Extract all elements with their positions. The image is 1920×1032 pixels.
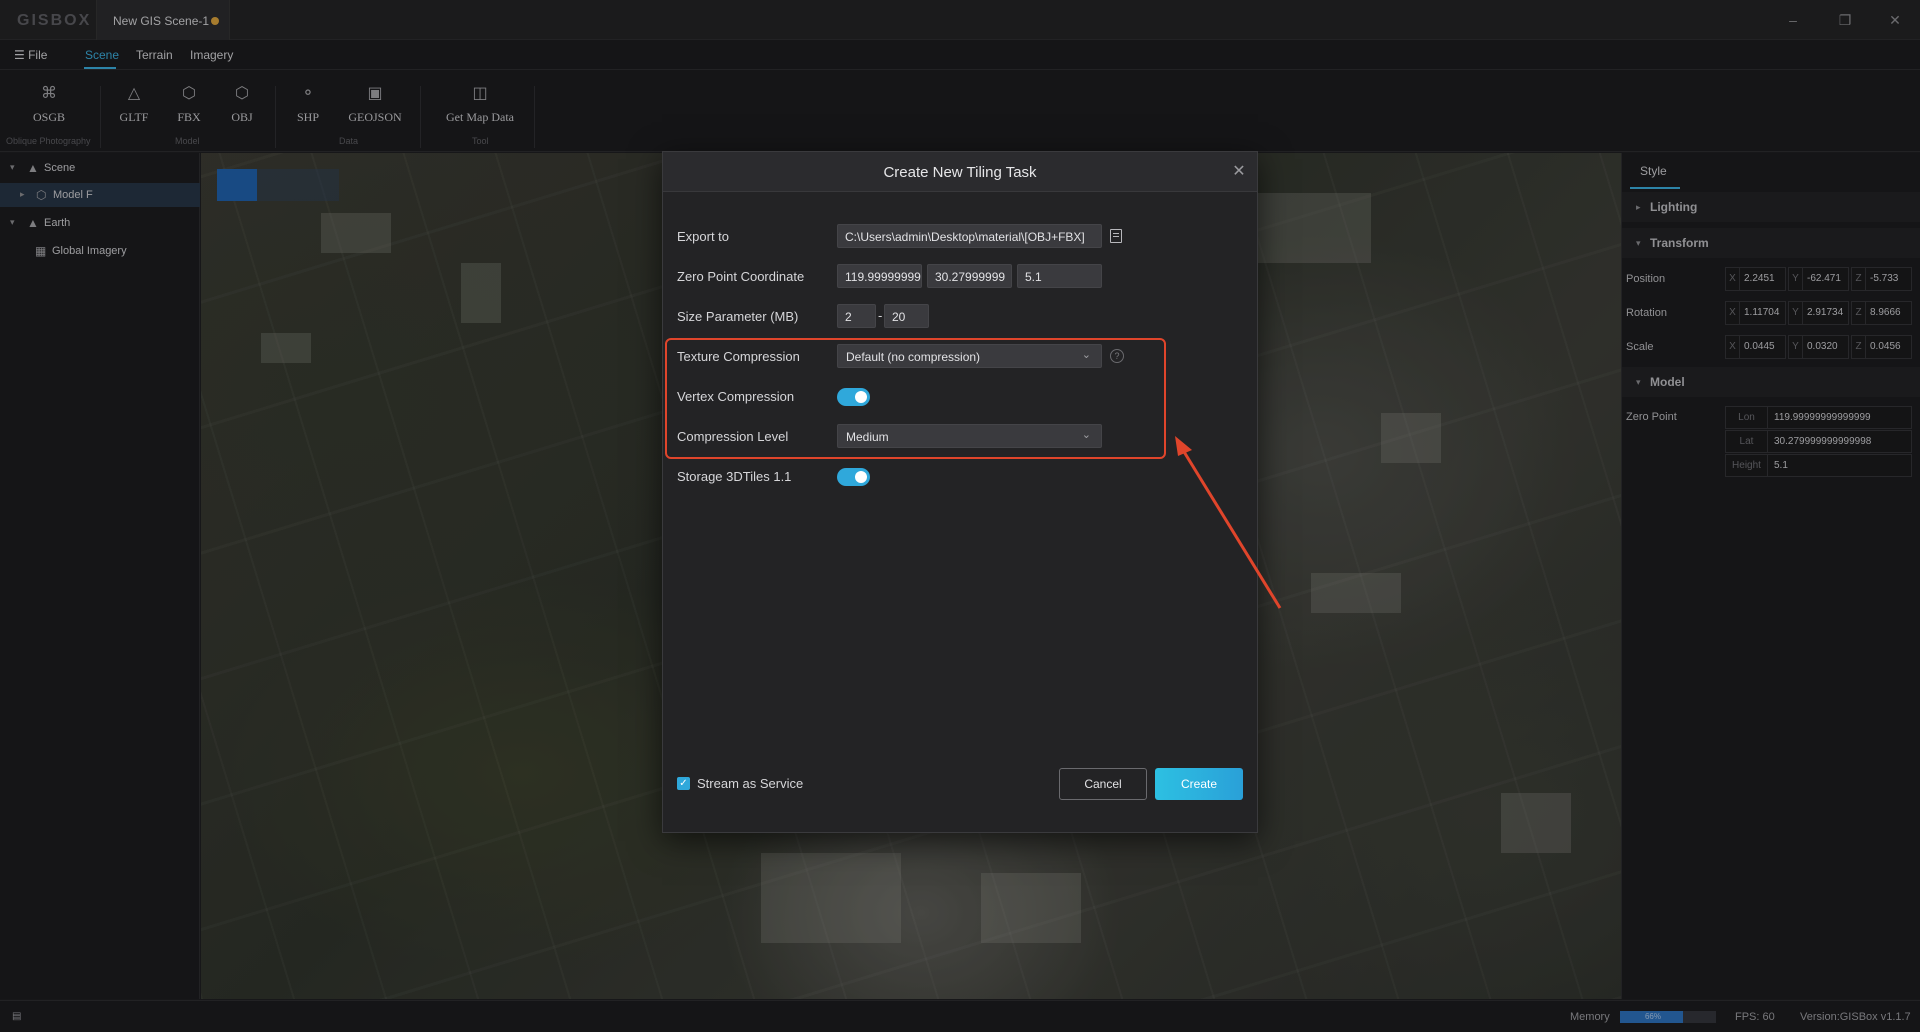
stream-as-service-label: Stream as Service [697,776,804,791]
export-to-label: Export to [677,229,730,244]
cancel-button[interactable]: Cancel [1059,768,1147,800]
annotation-highlight-box [665,338,1166,459]
zero-point-coordinate-label: Zero Point Coordinate [677,269,805,284]
dialog-header: Create New Tiling Task ✕ [663,152,1257,192]
zero-point-z-input[interactable]: 5.1 [1017,264,1102,288]
storage-3dtiles-toggle[interactable] [837,468,870,486]
browse-folder-icon[interactable] [1110,229,1122,243]
close-icon[interactable]: ✕ [1229,162,1249,182]
create-button[interactable]: Create [1155,768,1243,800]
zero-point-y-input[interactable]: 30.27999999 [927,264,1012,288]
size-separator: - [878,308,883,323]
size-max-input[interactable]: 20 [884,304,929,328]
zero-point-x-input[interactable]: 119.99999999 [837,264,922,288]
size-min-input[interactable]: 2 [837,304,876,328]
export-path-input[interactable]: C:\Users\admin\Desktop\material\[OBJ+FBX… [837,224,1102,248]
create-tiling-task-dialog: Create New Tiling Task ✕ Export to C:\Us… [662,151,1258,833]
storage-3dtiles-label: Storage 3DTiles 1.1 [677,469,792,484]
size-parameter-label: Size Parameter (MB) [677,309,799,324]
dialog-title: Create New Tiling Task [883,164,1037,181]
stream-as-service-checkbox[interactable]: ✓ [677,777,690,790]
